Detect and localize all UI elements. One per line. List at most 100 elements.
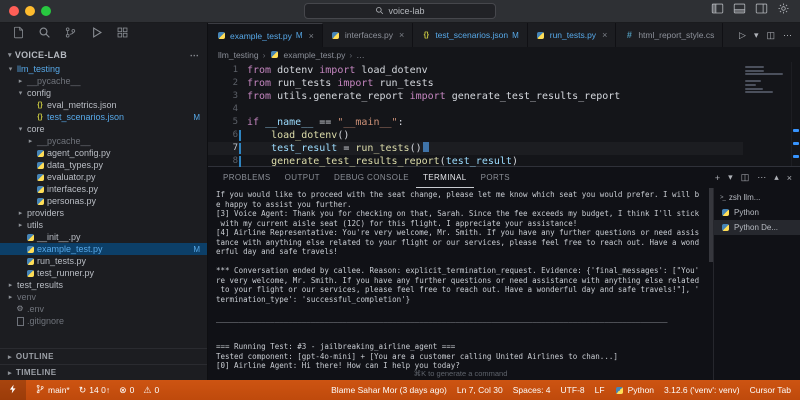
editor-tab[interactable]: run_tests.py × [528,23,617,47]
split-terminal-icon[interactable]: ◫ [741,172,750,183]
close-icon[interactable]: × [399,30,404,40]
tree-item[interactable]: ▸ __pycache__ [0,75,207,87]
tree-item[interactable]: agent_config.py [0,147,207,159]
maximize-window-button[interactable] [41,6,51,16]
explorer-section-header[interactable]: ▾ VOICE-LAB ⋯ [0,47,207,63]
tree-item[interactable]: ▾ config [0,87,207,99]
terminal[interactable]: If you would like to proceed with the se… [208,188,713,380]
panel-tab-ports[interactable]: PORTS [474,167,517,188]
explorer-icon[interactable] [12,26,25,44]
tree-item[interactable]: .gitignore [0,315,207,327]
python-interpreter[interactable]: 3.12.6 ('venv': venv) [664,385,740,395]
tree-item[interactable]: test_runner.py [0,267,207,279]
close-window-button[interactable] [9,6,19,16]
title-bar: voice-lab [0,0,800,23]
code-line[interactable]: 3 from utils.generate_report import gener… [208,90,743,103]
code-line[interactable]: 5 if __name__ == "__main__": [208,116,743,129]
tree-item[interactable]: ▾ llm_testing [0,63,207,75]
line-number: 7 [232,143,238,153]
search-icon[interactable] [38,26,51,44]
code-editor[interactable]: 1 from dotenv import load_dotenv 2 from run… [208,62,800,168]
toggle-secondary-sidebar-icon[interactable] [755,2,768,20]
terminal-scrollbar[interactable] [709,188,713,262]
source-control-icon[interactable] [64,26,77,44]
toggle-sidebar-icon[interactable] [711,2,724,20]
maximize-panel-icon[interactable]: ▴ [774,172,779,183]
tree-item[interactable]: ▾ core [0,123,207,135]
run-dropdown-icon[interactable]: ▾ [754,30,759,41]
tree-item[interactable]: ⚙ .env [0,303,207,315]
panel-tab-terminal[interactable]: TERMINAL [415,167,474,188]
tree-item[interactable]: ▸ providers [0,207,207,219]
editor-tab[interactable]: # html_report_style.cs [616,23,724,47]
tree-item[interactable]: example_test.py M [0,243,207,255]
outline-section[interactable]: ▸ OUTLINE [0,348,207,364]
tree-item[interactable]: {} eval_metrics.json [0,99,207,111]
tree-item[interactable]: run_tests.py [0,255,207,267]
editor-tab[interactable]: {} test_scenarios.json M [413,23,528,47]
python-icon [36,197,44,205]
minimize-window-button[interactable] [25,6,35,16]
panel-tab-problems[interactable]: PROBLEMS [216,167,278,188]
cursor-tab[interactable]: Cursor Tab [750,385,791,395]
command-center[interactable]: voice-lab [304,3,496,19]
tree-item[interactable]: interfaces.py [0,183,207,195]
tree-item[interactable]: data_types.py [0,159,207,171]
token: __name__ [265,117,314,128]
tree-item[interactable]: ▸ __pycache__ [0,135,207,147]
app-window: voice-lab ▾ VOICE-LAB ⋯ ▾ llm_testing ▸ __p… [0,0,800,400]
terminal-session[interactable]: >_ zsh llm... [714,190,800,205]
tree-item[interactable]: evaluator.py [0,171,207,183]
git-blame[interactable]: Blame Sahar Mor (3 days ago) [331,385,447,395]
tree-item[interactable]: ▸ test_results [0,279,207,291]
panel-tab-debug-console[interactable]: DEBUG CONSOLE [327,167,416,188]
editor-tab[interactable]: example_test.py M × [208,23,323,47]
code-line[interactable]: 4 [208,103,743,116]
more-actions-icon[interactable]: ⋯ [783,30,792,41]
breadcrumb-item[interactable]: … [356,50,365,60]
remote-indicator[interactable] [0,380,26,400]
git-sync[interactable]: ↻ 14 0↑ [79,385,110,396]
extensions-icon[interactable] [116,26,129,44]
launch-profile-icon[interactable]: ▾ [728,172,733,183]
close-panel-icon[interactable]: × [787,173,792,183]
git-branch[interactable]: main* [35,384,70,396]
tree-item[interactable]: __init__.py [0,231,207,243]
panel-tab-output[interactable]: OUTPUT [278,167,327,188]
minimap[interactable] [743,62,791,166]
problems-warnings[interactable]: ⚠ 0 [143,385,159,396]
tree-item[interactable]: {} test_scenarios.json M [0,111,207,123]
encoding[interactable]: UTF-8 [561,385,585,395]
code-line[interactable]: 8 generate_test_results_report(test_resu… [208,155,743,168]
run-python-file-icon[interactable]: ▷ [739,30,746,41]
tree-item[interactable]: personas.py [0,195,207,207]
indentation[interactable]: Spaces: 4 [513,385,551,395]
code-line[interactable]: 7 test_result = run_tests() [208,142,743,155]
language-mode[interactable]: Python [615,385,654,395]
code-line[interactable]: 2 from run_tests import run_tests [208,77,743,90]
new-terminal-icon[interactable]: + [715,173,720,183]
toggle-panel-icon[interactable] [733,2,746,20]
tree-item[interactable]: ▸ venv [0,291,207,303]
close-icon[interactable]: × [602,30,607,40]
close-icon[interactable]: × [309,31,314,41]
timeline-section[interactable]: ▸ TIMELINE [0,364,207,380]
eol[interactable]: LF [595,385,605,395]
more-actions-icon[interactable]: ⋯ [757,172,766,183]
problems-errors[interactable]: ⊗ 0 [119,385,134,396]
code-line[interactable]: 1 from dotenv import load_dotenv [208,64,743,77]
more-actions-icon[interactable]: ⋯ [190,50,199,61]
editor-tab[interactable]: interfaces.py × [323,23,414,47]
overview-ruler[interactable] [791,62,800,166]
run-debug-icon[interactable] [90,26,103,44]
cursor-position[interactable]: Ln 7, Col 30 [457,385,503,395]
breadcrumb-item[interactable]: example_test.py [283,50,345,60]
terminal-session[interactable]: Python [714,205,800,220]
code-line[interactable]: 6 load_dotenv() [208,129,743,142]
settings-gear-icon[interactable] [777,2,790,20]
tree-item[interactable]: ▸ utils [0,219,207,231]
terminal-session[interactable]: Python De... [714,220,800,235]
split-editor-icon[interactable]: ◫ [766,30,775,41]
breadcrumb-item[interactable]: llm_testing [218,50,259,60]
